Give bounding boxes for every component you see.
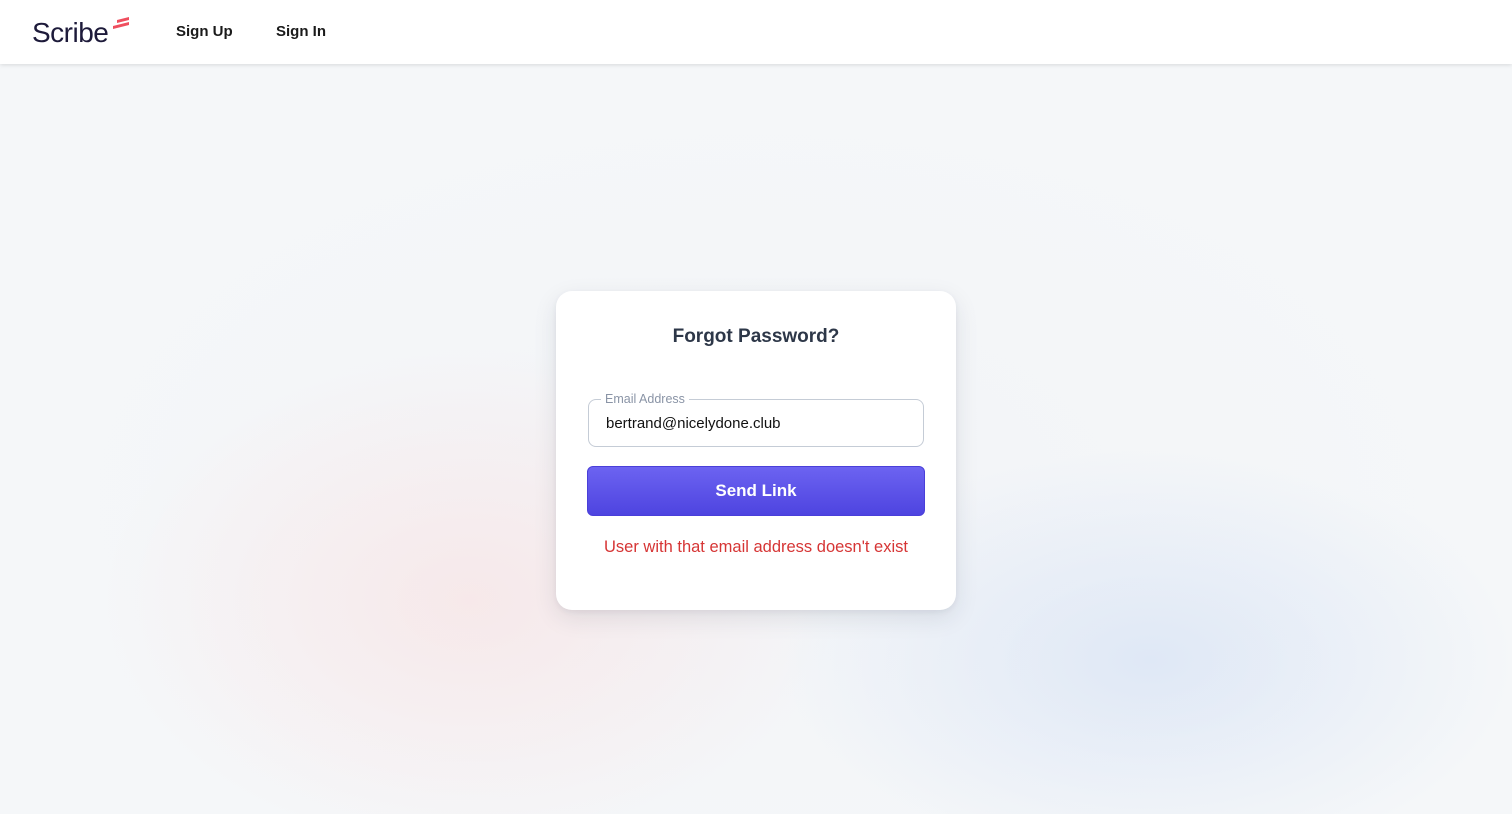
email-field[interactable]: Email Address [588, 391, 924, 447]
top-navbar: Scribe Sign Up Sign In [0, 0, 1512, 64]
card-title: Forgot Password? [672, 326, 840, 347]
forgot-password-card: Forgot Password? Email Address Send Link… [556, 291, 956, 610]
logo-wordmark: Scribe [32, 17, 109, 48]
error-message: User with that email address doesn't exi… [604, 538, 908, 556]
nav-sign-up-link[interactable]: Sign Up [176, 22, 233, 42]
logo-mark-icon [113, 17, 129, 29]
email-input[interactable] [590, 401, 922, 445]
send-link-button[interactable]: Send Link [587, 466, 925, 516]
scribe-logo[interactable]: Scribe [32, 16, 129, 50]
nav-sign-in-link[interactable]: Sign In [276, 22, 326, 42]
